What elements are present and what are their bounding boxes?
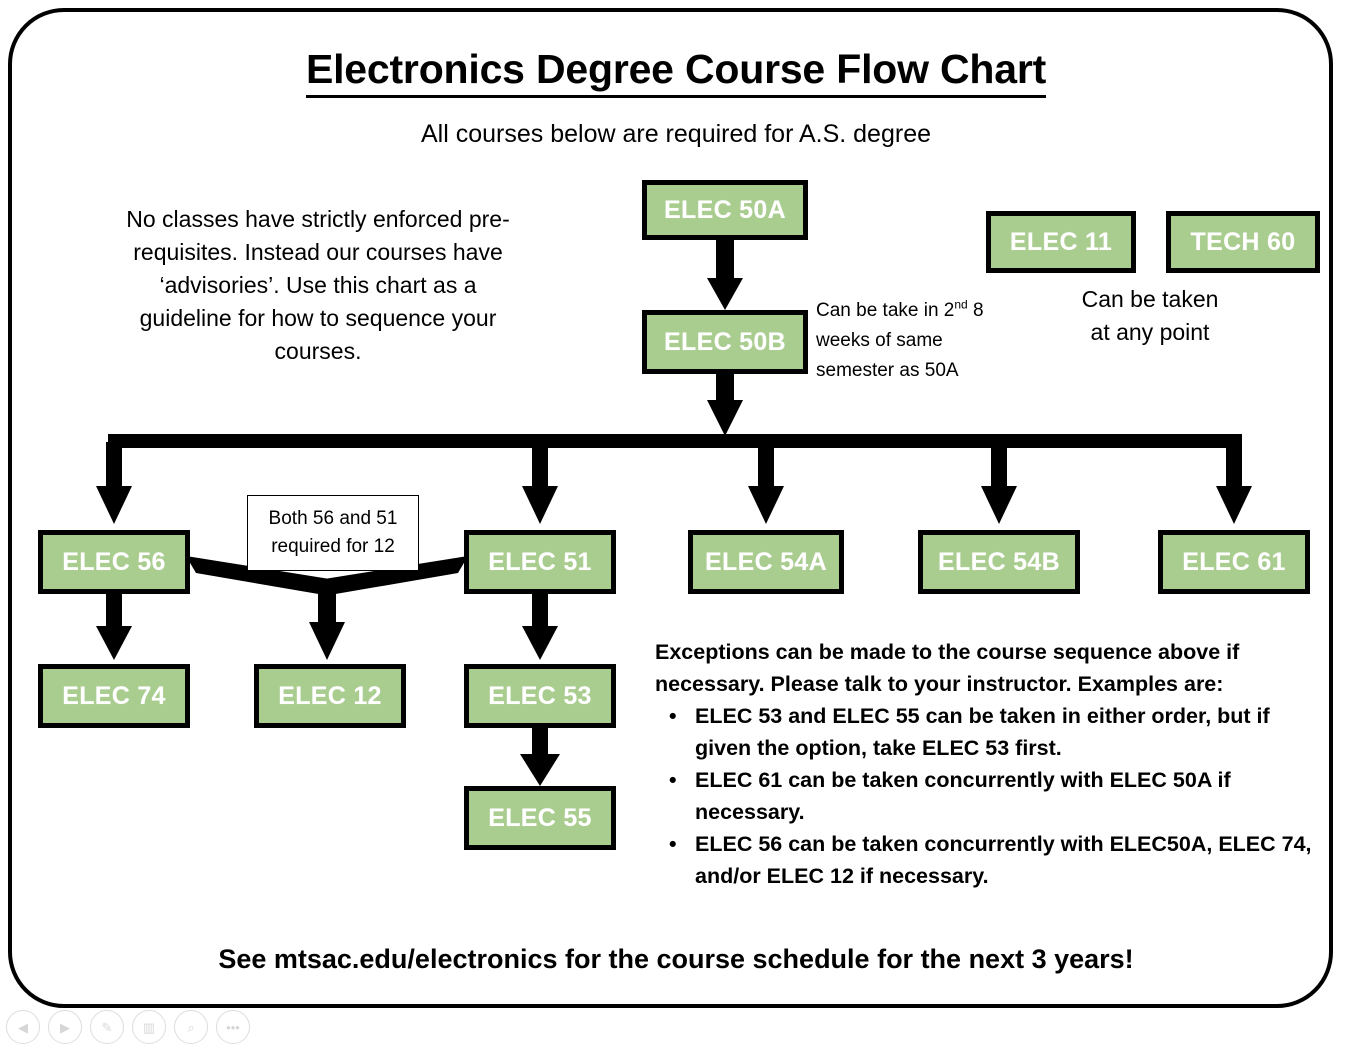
page-title: Electronics Degree Course Flow Chart [0, 46, 1352, 98]
course-label: ELEC 53 [488, 681, 592, 710]
course-box-elec-54b[interactable]: ELEC 54B [918, 530, 1080, 594]
course-label: ELEC 61 [1182, 547, 1286, 576]
course-label: ELEC 56 [62, 547, 166, 576]
course-box-elec-74[interactable]: ELEC 74 [38, 664, 190, 728]
course-label: ELEC 12 [278, 681, 382, 710]
course-box-elec-51[interactable]: ELEC 51 [464, 530, 616, 594]
course-label: ELEC 74 [62, 681, 166, 710]
course-label: ELEC 11 [1009, 227, 1113, 256]
course-label: ELEC 54B [938, 547, 1060, 576]
exceptions-block: Exceptions can be made to the course seq… [655, 636, 1327, 892]
bullet-icon: • [669, 704, 677, 728]
course-label: ELEC 50A [664, 195, 786, 224]
course-box-elec-56[interactable]: ELEC 56 [38, 530, 190, 594]
exceptions-intro-line-1: Exceptions can be made to the course seq… [655, 640, 1240, 664]
course-box-elec-11[interactable]: ELEC 11 [986, 211, 1136, 273]
bullet-icon: • [669, 832, 677, 856]
slide-canvas: Electronics Degree Course Flow Chart All… [0, 0, 1352, 1046]
exception-text: ELEC 53 and ELEC 55 can be taken in eith… [695, 704, 1270, 760]
exceptions-intro-line-2: necessary. Please talk to your instructo… [655, 672, 1224, 696]
course-label: TECH 60 [1190, 227, 1296, 256]
exception-item: • ELEC 53 and ELEC 55 can be taken in ei… [655, 700, 1327, 764]
page-title-text: Electronics Degree Course Flow Chart [305, 46, 1046, 98]
pen-icon[interactable]: ✎ [90, 1010, 124, 1044]
course-label: ELEC 51 [488, 547, 592, 576]
exception-text: ELEC 56 can be taken concurrently with E… [695, 832, 1312, 888]
more-options-icon[interactable]: ••• [216, 1010, 250, 1044]
course-label: ELEC 54A [705, 547, 827, 576]
course-box-elec-61[interactable]: ELEC 61 [1158, 530, 1310, 594]
exceptions-list: • ELEC 53 and ELEC 55 can be taken in ei… [655, 700, 1327, 892]
course-label: ELEC 55 [488, 803, 592, 832]
callout-both-56-and-51: Both 56 and 51 required for 12 [247, 495, 419, 571]
course-box-elec-55[interactable]: ELEC 55 [464, 786, 616, 850]
course-box-tech-60[interactable]: TECH 60 [1166, 211, 1320, 273]
course-box-elec-53[interactable]: ELEC 53 [464, 664, 616, 728]
next-slide-icon[interactable]: ▶ [48, 1010, 82, 1044]
course-box-elec-12[interactable]: ELEC 12 [254, 664, 406, 728]
course-box-elec-50b[interactable]: ELEC 50B [642, 310, 808, 374]
exception-item: • ELEC 61 can be taken concurrently with… [655, 764, 1327, 828]
footer-note: See mtsac.edu/electronics for the course… [218, 944, 1134, 974]
course-box-elec-54a[interactable]: ELEC 54A [688, 530, 844, 594]
note-elec-50b-timing: Can be take in 2nd 8 weeks of same semes… [816, 296, 1021, 386]
course-box-elec-50a[interactable]: ELEC 50A [642, 180, 808, 240]
exception-item: • ELEC 56 can be taken concurrently with… [655, 828, 1327, 892]
advisory-note: No classes have strictly enforced pre-re… [126, 206, 510, 364]
previous-slide-icon[interactable]: ◀ [6, 1010, 40, 1044]
bullet-icon: • [669, 768, 677, 792]
ordinal-suffix: nd [954, 297, 968, 312]
note-50b-line1: Can be take in 2 [816, 300, 955, 321]
presentation-viewer-toolbar[interactable]: ◀ ▶ ✎ ▥ ⌕ ••• [6, 1008, 250, 1046]
exception-text: ELEC 61 can be taken concurrently with E… [695, 768, 1231, 824]
page-subtitle: All courses below are required for A.S. … [421, 120, 931, 148]
course-label: ELEC 50B [664, 327, 786, 356]
note-any-point: Can be taken at any point [1081, 286, 1219, 345]
slide-grid-icon[interactable]: ▥ [132, 1010, 166, 1044]
zoom-icon[interactable]: ⌕ [174, 1010, 208, 1044]
